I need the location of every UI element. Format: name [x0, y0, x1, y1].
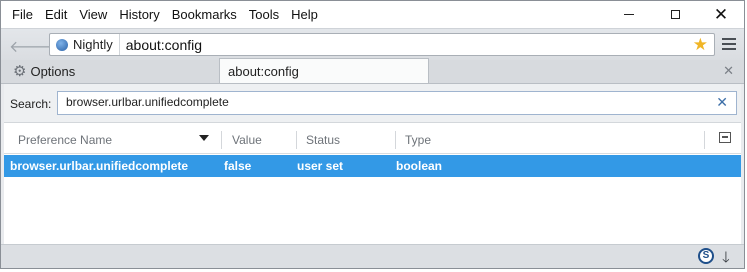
status-bar: S 🡓: [1, 244, 744, 268]
browser-window: File Edit View History Bookmarks Tools H…: [0, 0, 745, 269]
site-identity[interactable]: Nightly: [50, 34, 120, 55]
maximize-icon[interactable]: [652, 1, 698, 28]
close-icon[interactable]: ✕: [698, 1, 744, 28]
tab-strip: ⚙ Options about:config ✕: [1, 58, 744, 84]
sort-descending-icon[interactable]: [199, 135, 209, 141]
menu-help[interactable]: Help: [285, 1, 324, 28]
column-status[interactable]: Status: [306, 127, 340, 153]
url-bar[interactable]: Nightly about:config ★: [49, 33, 715, 56]
search-label: Search:: [10, 97, 52, 111]
clear-search-icon[interactable]: ✕: [716, 94, 728, 111]
identity-label: Nightly: [73, 37, 113, 52]
search-input[interactable]: browser.urlbar.unifiedcomplete ✕: [57, 91, 737, 115]
column-value[interactable]: Value: [232, 127, 262, 153]
bookmark-star-icon[interactable]: ★: [693, 35, 708, 55]
globe-icon: [56, 38, 68, 51]
column-separator[interactable]: [296, 131, 297, 149]
menu-history[interactable]: History: [113, 1, 165, 28]
minimize-icon[interactable]: [606, 1, 652, 28]
column-separator[interactable]: [395, 131, 396, 149]
tab-label: about:config: [228, 64, 299, 79]
column-separator[interactable]: [704, 131, 705, 149]
tab-about-config[interactable]: about:config: [219, 58, 429, 83]
about-config-page: Search: browser.urlbar.unifiedcomplete ✕…: [4, 84, 741, 244]
menu-file[interactable]: File: [1, 1, 39, 28]
search-value: browser.urlbar.unifiedcomplete: [66, 95, 229, 109]
hamburger-menu-icon[interactable]: [722, 38, 736, 53]
window-controls: ✕: [606, 1, 744, 28]
search-row: Search: browser.urlbar.unifiedcomplete ✕: [4, 84, 741, 123]
cell-status: user set: [297, 159, 344, 173]
close-tab-icon[interactable]: ✕: [723, 63, 734, 79]
url-text[interactable]: about:config: [120, 37, 202, 53]
column-preference-name[interactable]: Preference Name: [18, 127, 112, 153]
menu-bar: File Edit View History Bookmarks Tools H…: [1, 1, 744, 28]
menu-tools[interactable]: Tools: [243, 1, 285, 28]
cell-type: boolean: [396, 159, 443, 173]
gear-icon: ⚙: [13, 62, 27, 80]
options-label: Options: [30, 64, 76, 79]
menu-view[interactable]: View: [73, 1, 113, 28]
column-header: Preference Name Value Status Type: [4, 127, 741, 154]
download-arrow-icon[interactable]: 🡓: [722, 247, 730, 272]
column-picker-icon[interactable]: [719, 132, 731, 143]
menu-edit[interactable]: Edit: [39, 1, 73, 28]
back-arrow-icon[interactable]: 🡐: [9, 36, 52, 57]
options-tab[interactable]: ⚙ Options: [13, 62, 76, 80]
navigation-bar: 🡐 🡒 Nightly about:config ★: [1, 28, 744, 60]
table-row[interactable]: browser.urlbar.unifiedcomplete false use…: [4, 155, 741, 177]
cell-value: false: [224, 159, 252, 173]
s-extension-icon[interactable]: S: [698, 248, 714, 264]
column-type[interactable]: Type: [405, 127, 431, 153]
cell-preference-name: browser.urlbar.unifiedcomplete: [10, 159, 189, 173]
menu-bookmarks[interactable]: Bookmarks: [166, 1, 243, 28]
column-separator[interactable]: [221, 131, 222, 149]
